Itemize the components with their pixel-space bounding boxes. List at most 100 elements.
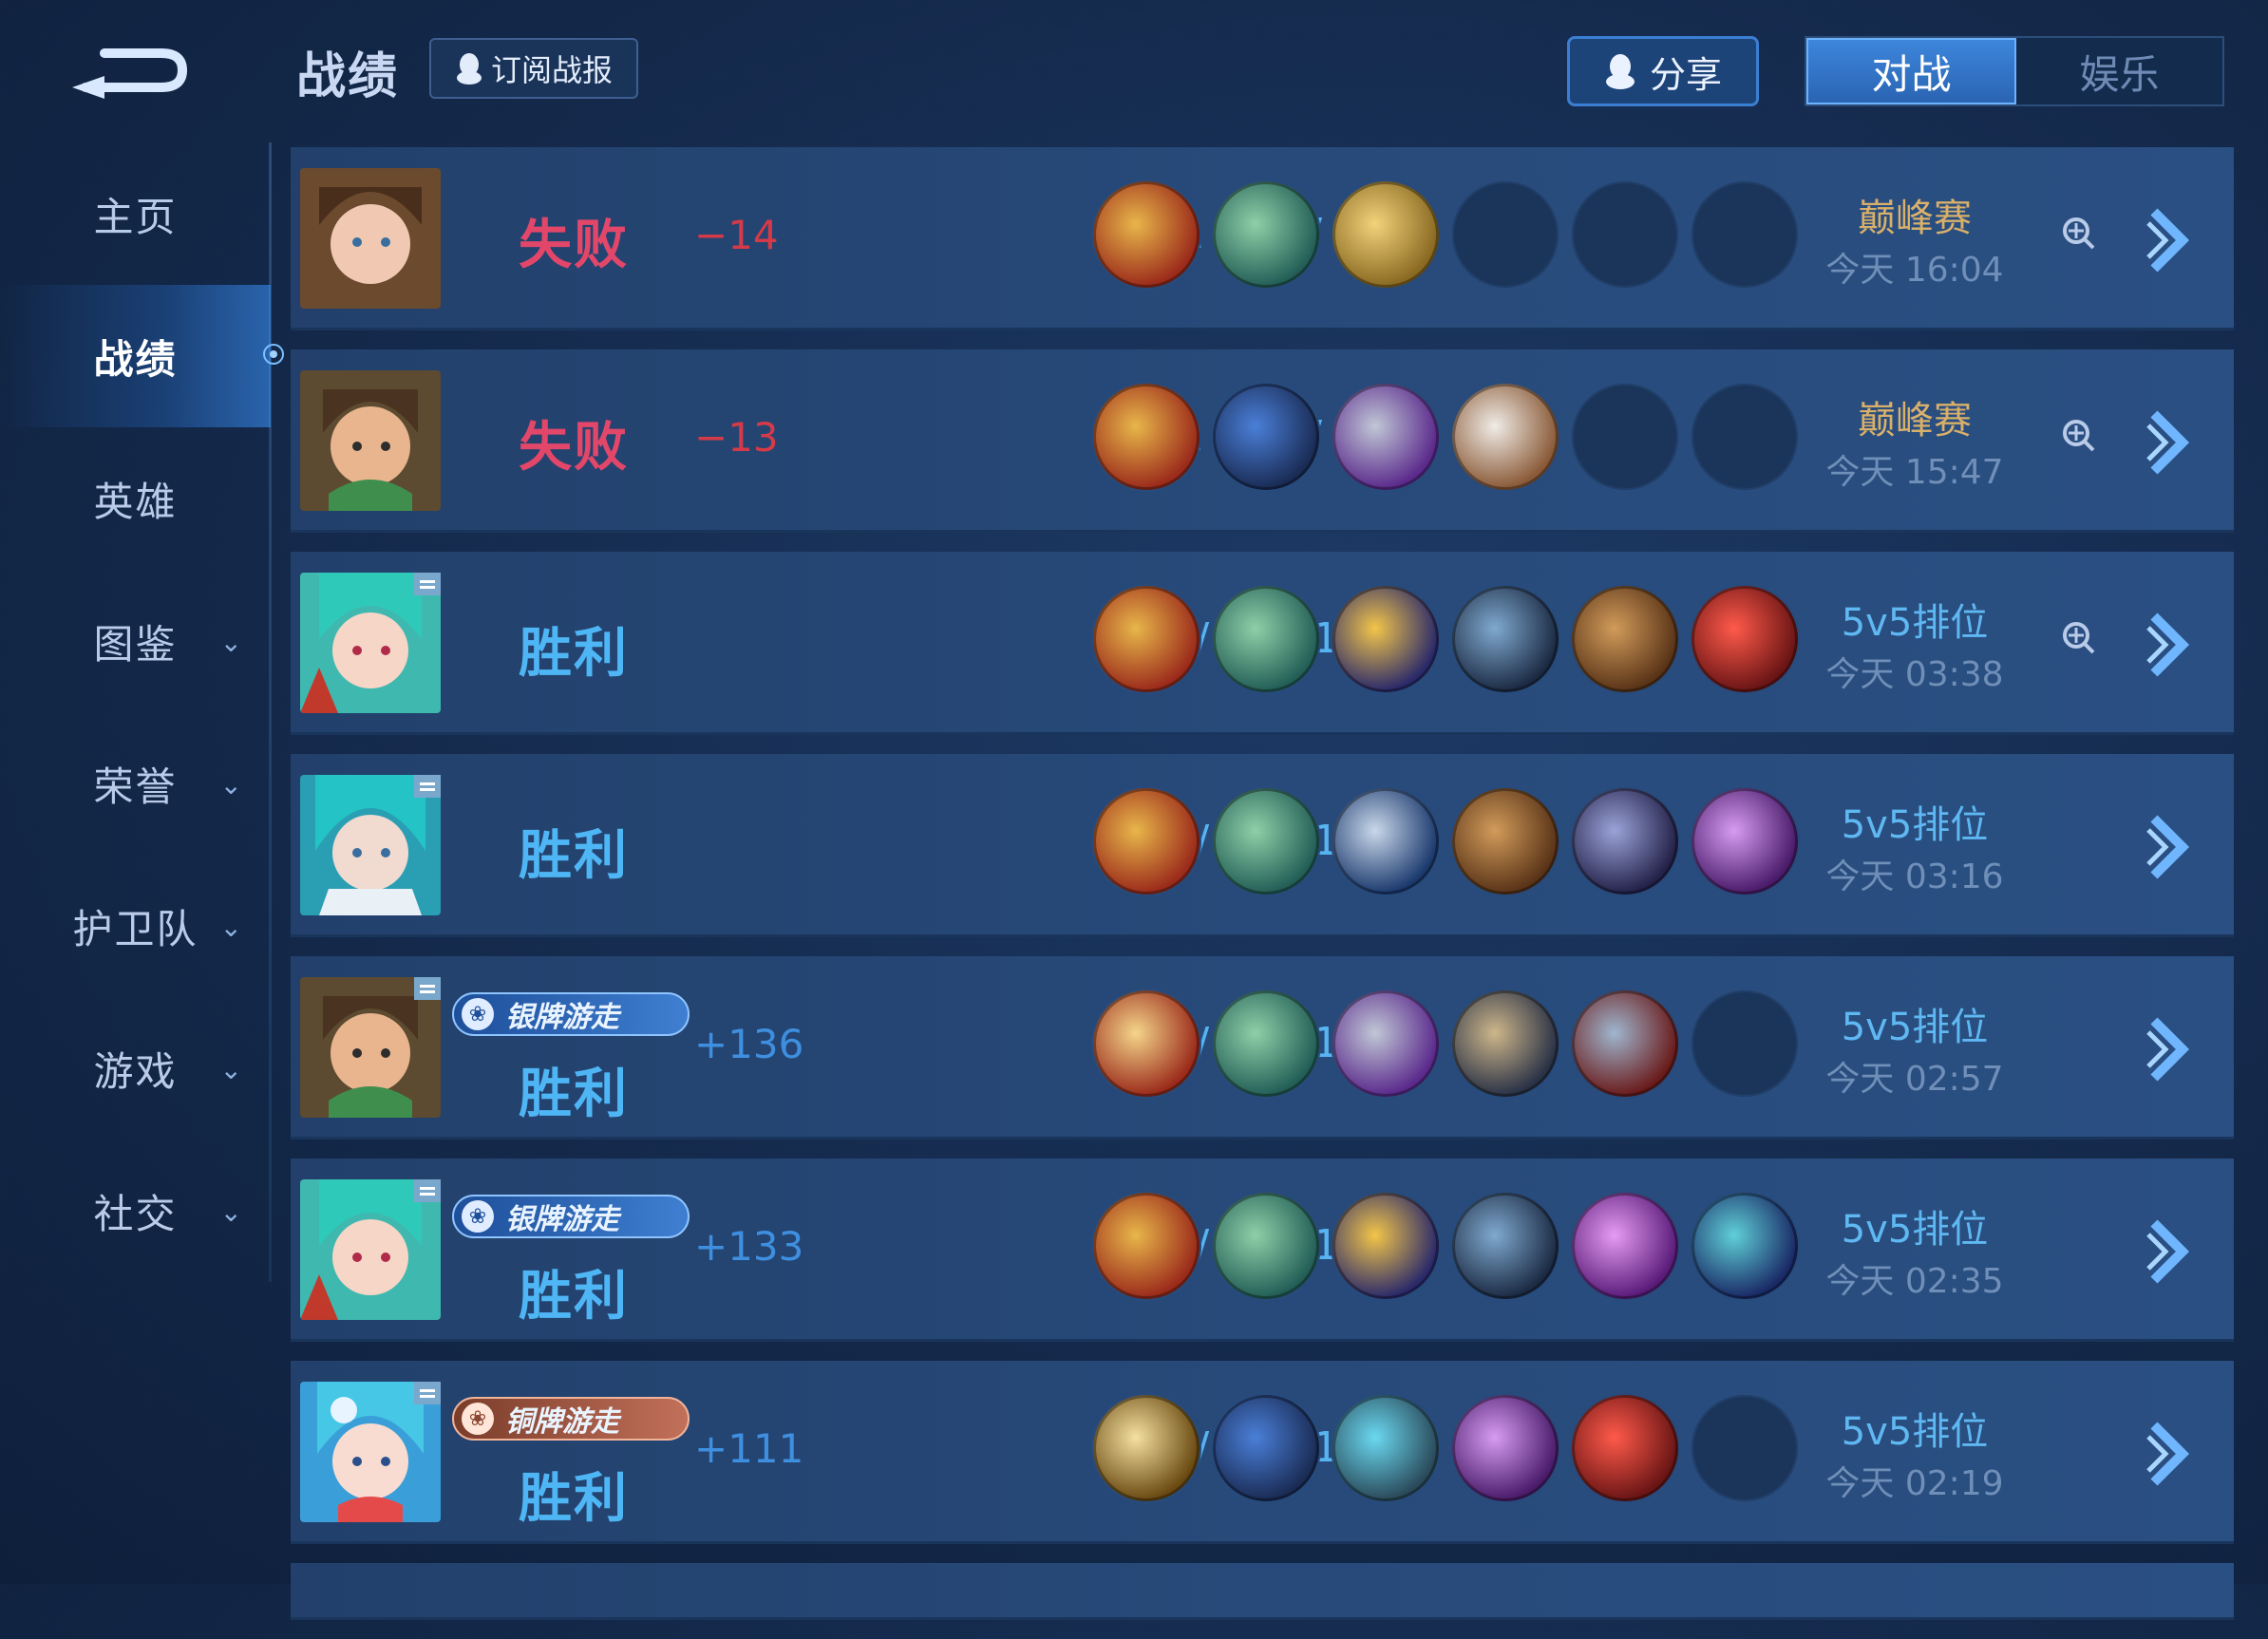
item-icon <box>1572 1193 1678 1299</box>
match-time: 今天 02:57 <box>1825 1060 2004 1099</box>
item-icon <box>1213 1395 1319 1501</box>
match-result: 胜利 <box>519 1468 629 1530</box>
chevron-right-icon[interactable] <box>2141 405 2198 480</box>
subscribe-label: 订阅战报 <box>490 52 613 88</box>
item-icon <box>1213 586 1319 692</box>
sidebar-item-games[interactable]: 游戏 ⌄ <box>0 997 271 1140</box>
subscribe-report-button[interactable]: 订阅战报 <box>429 38 638 99</box>
match-row[interactable] <box>291 1563 2234 1620</box>
sidebar-item-label: 社交 <box>93 1190 178 1237</box>
rank-shield-icon: ❀ <box>462 1403 494 1435</box>
chevron-right-icon[interactable] <box>2141 202 2198 278</box>
match-list: 失败 −14 1 / 2 / 1 巅峰赛 今天 16:04 失败 −13 2 /… <box>291 147 2234 1639</box>
item-icon <box>1093 181 1200 288</box>
item-icon <box>1332 788 1439 895</box>
sidebar-item-home[interactable]: 主页 <box>0 142 271 285</box>
match-row[interactable]: ❀ 银牌游走 胜利 +136 2 / 3 / 16 5v5排位 今天 02:57 <box>291 956 2234 1140</box>
match-row[interactable]: 胜利 2 / 2 / 10 5v5排位 今天 03:16 <box>291 754 2234 937</box>
item-icon <box>1332 1193 1439 1299</box>
score-delta: +133 <box>694 1223 804 1270</box>
rank-badge-label: 银牌游走 <box>505 1203 619 1236</box>
match-row[interactable]: ❀ 铜牌游走 胜利 +111 1 / 1 / 14 5v5排位 今天 02:19 <box>291 1361 2234 1544</box>
match-row[interactable]: 失败 −14 1 / 2 / 1 巅峰赛 今天 16:04 <box>291 147 2234 330</box>
item-icon <box>1213 1193 1319 1299</box>
item-list <box>1093 181 1798 288</box>
item-icon <box>1332 586 1439 692</box>
item-icon <box>1572 1395 1678 1501</box>
chevron-right-icon[interactable] <box>2141 1416 2198 1492</box>
item-icon <box>1332 384 1439 490</box>
active-indicator-icon <box>263 344 284 365</box>
match-mode: 5v5排位 <box>1841 1410 1989 1454</box>
crosshair-icon <box>2063 420 2095 452</box>
sidebar-item-collection[interactable]: 图鉴 ⌄ <box>0 570 271 712</box>
item-icon <box>1332 990 1439 1097</box>
sidebar-item-label: 护卫队 <box>72 905 198 952</box>
item-icon <box>1572 788 1678 895</box>
team-badge-icon <box>414 1179 441 1202</box>
team-badge-icon <box>414 573 441 595</box>
match-result: 失败 <box>519 215 629 276</box>
share-button[interactable]: 分享 <box>1567 36 1759 106</box>
sidebar-item-guard-team[interactable]: 护卫队 ⌄ <box>0 855 271 997</box>
score-delta: +111 <box>694 1425 804 1472</box>
back-arrow-icon <box>72 48 188 99</box>
match-result: 失败 <box>519 417 629 479</box>
match-time: 今天 02:35 <box>1825 1262 2004 1301</box>
item-icon <box>1093 1395 1200 1501</box>
chevron-right-icon[interactable] <box>2141 607 2198 683</box>
share-label: 分享 <box>1649 53 1722 96</box>
match-result: 胜利 <box>519 1064 629 1125</box>
rank-shield-icon: ❀ <box>462 1200 494 1233</box>
match-row[interactable]: 失败 −13 2 / 3 / 3 巅峰赛 今天 15:47 <box>291 349 2234 533</box>
sidebar-item-label: 主页 <box>93 193 178 240</box>
match-time: 今天 16:04 <box>1825 251 2004 290</box>
rank-badge: ❀ 银牌游走 <box>452 1195 690 1238</box>
item-icon <box>1452 1395 1559 1501</box>
back-button[interactable] <box>66 28 190 104</box>
sidebar-item-records[interactable]: 战绩 <box>0 285 284 427</box>
match-mode: 巅峰赛 <box>1858 197 1972 240</box>
match-result: 胜利 <box>519 623 629 685</box>
crosshair-icon <box>2063 217 2095 250</box>
chevron-right-icon[interactable] <box>2141 1011 2198 1087</box>
chevron-right-icon[interactable] <box>2141 1214 2198 1290</box>
item-list <box>1093 586 1798 692</box>
score-delta: −13 <box>694 414 779 461</box>
match-mode: 5v5排位 <box>1841 601 1989 645</box>
crosshair-icon <box>2063 622 2095 654</box>
match-result: 胜利 <box>519 825 629 887</box>
sidebar-item-label: 荣誉 <box>93 763 178 810</box>
match-row[interactable]: ❀ 银牌游走 胜利 +133 1 / 3 / 18 5v5排位 今天 02:35 <box>291 1159 2234 1342</box>
tab-battle[interactable]: 对战 <box>1806 38 2016 104</box>
item-list <box>1093 1193 1798 1299</box>
sidebar-item-label: 游戏 <box>93 1047 178 1095</box>
team-badge-icon <box>414 977 441 1000</box>
tab-entertainment[interactable]: 娱乐 <box>2016 38 2222 104</box>
score-delta: +136 <box>694 1021 804 1067</box>
item-icon <box>1452 384 1559 490</box>
sidebar-item-label: 战绩 <box>93 335 178 383</box>
hero-avatar <box>300 370 441 511</box>
item-icon <box>1213 990 1319 1097</box>
chevron-right-icon[interactable] <box>2141 809 2198 885</box>
chevron-down-icon: ⌄ <box>219 1196 244 1228</box>
item-icon <box>1213 788 1319 895</box>
sidebar-item-honor[interactable]: 荣誉 ⌄ <box>0 712 271 855</box>
mode-tabs: 对战 娱乐 <box>1805 36 2224 106</box>
sidebar-item-social[interactable]: 社交 ⌄ <box>0 1140 271 1282</box>
item-icon <box>1093 1193 1200 1299</box>
sidebar-item-label: 图鉴 <box>93 620 178 668</box>
match-mode: 5v5排位 <box>1841 1208 1989 1252</box>
team-badge-icon <box>414 775 441 798</box>
empty-item-slot <box>1572 384 1678 490</box>
match-mode: 巅峰赛 <box>1858 399 1972 443</box>
item-icon <box>1093 990 1200 1097</box>
item-icon <box>1452 586 1559 692</box>
rank-shield-icon: ❀ <box>462 998 494 1030</box>
match-row[interactable]: 胜利 1 / 5 / 13 5v5排位 今天 03:38 <box>291 552 2234 735</box>
match-time: 今天 02:19 <box>1825 1464 2004 1503</box>
item-icon <box>1093 384 1200 490</box>
item-list <box>1093 788 1798 895</box>
sidebar-item-heroes[interactable]: 英雄 <box>0 427 271 570</box>
